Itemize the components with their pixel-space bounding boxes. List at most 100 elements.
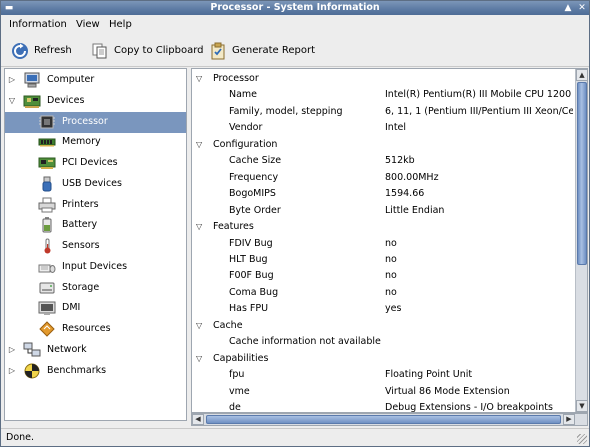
detail-value: Little Endian [385,204,445,216]
sidebar-item-battery[interactable]: Battery [5,215,186,236]
detail-key: Frequency [229,171,279,183]
section-title: Processor [213,73,259,84]
detail-key: Cache Size [229,155,282,167]
close-icon[interactable]: ✕ [577,3,587,13]
vertical-scroll-thumb[interactable] [577,82,587,265]
copy-icon [91,42,109,60]
detail-row[interactable]: fpu Floating Point Unit [192,367,573,383]
sidebar-item-label: Resources [62,323,111,334]
scroll-up-icon[interactable]: ▲ [576,69,587,81]
detail-row[interactable]: Vendor Intel [192,120,573,136]
expander-expanded-icon[interactable]: ▽ [7,96,17,106]
detail-value: Virtual 86 Mode Extension [385,385,510,397]
dmi-icon [38,300,56,316]
detail-row[interactable]: Family, model, stepping 6, 11, 1 (Pentium… [192,104,573,120]
sidebar-item-storage[interactable]: Storage [5,278,186,299]
section-header[interactable]: ▽ Processor [192,71,573,87]
sidebar-item-network[interactable]: ▷ Network [5,340,186,361]
detail-key: de [229,402,241,412]
detail-value: no [385,237,397,249]
detail-value: yes [385,303,402,315]
vertical-scrollbar[interactable]: ▲ ▼ [575,69,587,412]
sensors-icon [38,238,56,254]
toolbar: Refresh Copy to Clipboard Generate Repor… [1,34,589,67]
section-expander-icon[interactable]: ▽ [196,222,202,231]
scroll-left-icon[interactable]: ◀ [192,414,204,425]
sidebar-item-usb-devices[interactable]: USB Devices [5,174,186,195]
detail-row[interactable]: Name Intel(R) Pentium(R) III Mobile CPU 1… [192,87,573,103]
section-header[interactable]: ▽ Cache [192,318,573,334]
details-pane[interactable]: ▽ Processor Name Intel(R) Pentium(R) III Mo… [191,68,588,413]
sidebar-item-devices[interactable]: ▽ Devices [5,91,186,112]
category-tree[interactable]: ▷ Computer ▽ Devices Processor Memory PCI Devi… [4,68,187,421]
section-expander-icon[interactable]: ▽ [196,140,202,149]
network-icon [23,342,41,358]
sidebar-item-label: Memory [62,136,101,148]
menu-view[interactable]: View [76,19,100,30]
sidebar-item-computer[interactable]: ▷ Computer [5,70,186,91]
detail-key: fpu [229,369,245,381]
sidebar-item-memory[interactable]: Memory [5,132,186,153]
sidebar-item-label: Input Devices [62,260,128,272]
expander-collapsed-icon[interactable]: ▷ [7,366,17,376]
sidebar-item-benchmarks[interactable]: ▷ Benchmarks [5,361,186,382]
refresh-icon [11,42,29,60]
section-header[interactable]: ▽ Configuration [192,137,573,153]
detail-key: Vendor [229,122,263,134]
detail-row[interactable]: vme Virtual 86 Mode Extension [192,384,573,400]
sidebar-item-label: Devices [47,94,85,106]
section-header[interactable]: ▽ Capabilities [192,351,573,367]
detail-row[interactable]: Has FPU yes [192,301,573,317]
detail-row[interactable]: FDIV Bug no [192,236,573,252]
sidebar-item-input-devices[interactable]: Input Devices [5,257,186,278]
detail-row[interactable]: F00F Bug no [192,268,573,284]
detail-row[interactable]: Coma Bug no [192,285,573,301]
detail-value: no [385,270,397,282]
details-list: ▽ Processor Name Intel(R) Pentium(R) III Mo… [192,69,573,412]
maximize-icon[interactable]: ▲ [563,3,573,13]
sidebar-item-resources[interactable]: Resources [5,319,186,340]
refresh-button[interactable]: Refresh [11,39,72,62]
detail-row[interactable]: Frequency 800.00MHz [192,170,573,186]
menu-information[interactable]: Information [9,19,67,30]
usb-devices-icon [38,176,56,192]
menu-help[interactable]: Help [109,19,132,30]
benchmarks-icon [23,363,41,379]
pci-devices-icon [38,155,56,171]
title-bar[interactable]: ▬ Processor - System Information ▲ ✕ [1,1,589,15]
sidebar-item-printers[interactable]: Printers [5,195,186,216]
generate-report-button[interactable]: Generate Report [209,39,315,62]
report-label: Generate Report [232,45,316,56]
horizontal-scrollbar[interactable]: ◀ ▶ [191,413,588,426]
input-devices-icon [38,259,56,275]
computer-icon [23,72,41,88]
sidebar-item-label: Printers [62,198,99,210]
detail-row[interactable]: BogoMIPS 1594.66 [192,186,573,202]
detail-value: no [385,286,397,298]
sidebar-item-dmi[interactable]: DMI [5,298,186,319]
detail-row[interactable]: Cache Size 512kb [192,153,573,169]
sidebar-item-sensors[interactable]: Sensors [5,236,186,257]
sidebar-item-processor[interactable]: Processor [5,111,186,133]
section-title: Configuration [213,138,278,150]
status-text: Done. [6,432,35,443]
scroll-right-icon[interactable]: ▶ [563,414,575,425]
section-expander-icon[interactable]: ▽ [196,74,202,83]
section-expander-icon[interactable]: ▽ [196,321,202,330]
sidebar-item-label: Storage [62,281,100,293]
copy-to-clipboard-button[interactable]: Copy to Clipboard [91,39,204,62]
expander-collapsed-icon[interactable]: ▷ [7,345,17,355]
detail-row[interactable]: de Debug Extensions - I/O breakpoints [192,400,573,412]
detail-row[interactable]: Byte Order Little Endian [192,203,573,219]
expander-collapsed-icon[interactable]: ▷ [7,75,17,85]
report-icon [209,42,227,60]
horizontal-scroll-thumb[interactable] [206,415,561,424]
detail-row[interactable]: Cache information not available [192,334,573,350]
sidebar-item-pci-devices[interactable]: PCI Devices [5,153,186,174]
resize-grip-icon[interactable] [577,434,587,444]
section-header[interactable]: ▽ Features [192,219,573,235]
scroll-down-icon[interactable]: ▼ [576,400,587,412]
detail-value: Intel [385,122,407,134]
section-expander-icon[interactable]: ▽ [196,354,202,363]
detail-row[interactable]: HLT Bug no [192,252,573,268]
